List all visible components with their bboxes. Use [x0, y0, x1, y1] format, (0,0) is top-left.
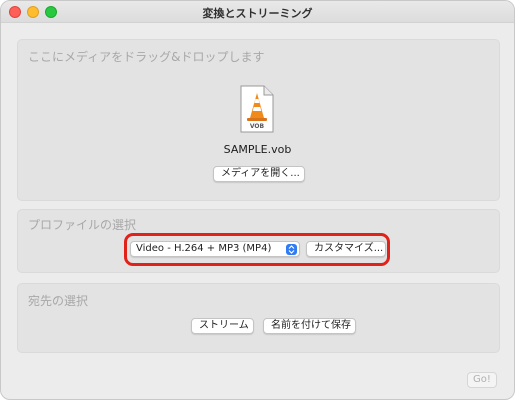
- convert-stream-window: 変換とストリーミング ここにメディアをドラッグ&ドロップします VOB SAMP…: [0, 0, 515, 400]
- open-media-button[interactable]: メディアを開く...: [213, 166, 305, 182]
- save-as-button[interactable]: 名前を付けて保存: [263, 318, 356, 334]
- window-title: 変換とストリーミング: [202, 7, 313, 20]
- profile-select[interactable]: Video - H.264 + MP3 (MP4): [130, 241, 300, 257]
- stream-button[interactable]: ストリーム: [191, 318, 254, 334]
- profile-select-value: Video - H.264 + MP3 (MP4): [136, 243, 272, 254]
- file-name: SAMPLE.vob: [223, 143, 292, 156]
- file-type-label: VOB: [250, 123, 265, 130]
- customize-button[interactable]: カスタマイズ...: [306, 241, 386, 257]
- profile-label: プロファイルの選択: [28, 218, 137, 232]
- chevron-up-down-icon: [286, 244, 297, 255]
- media-drop-label: ここにメディアをドラッグ&ドロップします: [28, 50, 265, 64]
- title-bar: 変換とストリーミング: [1, 1, 514, 23]
- go-button[interactable]: Go!: [467, 372, 497, 388]
- destination-group: 宛先の選択: [17, 283, 500, 353]
- destination-label: 宛先の選択: [28, 294, 89, 308]
- vob-file-icon: VOB: [240, 85, 274, 133]
